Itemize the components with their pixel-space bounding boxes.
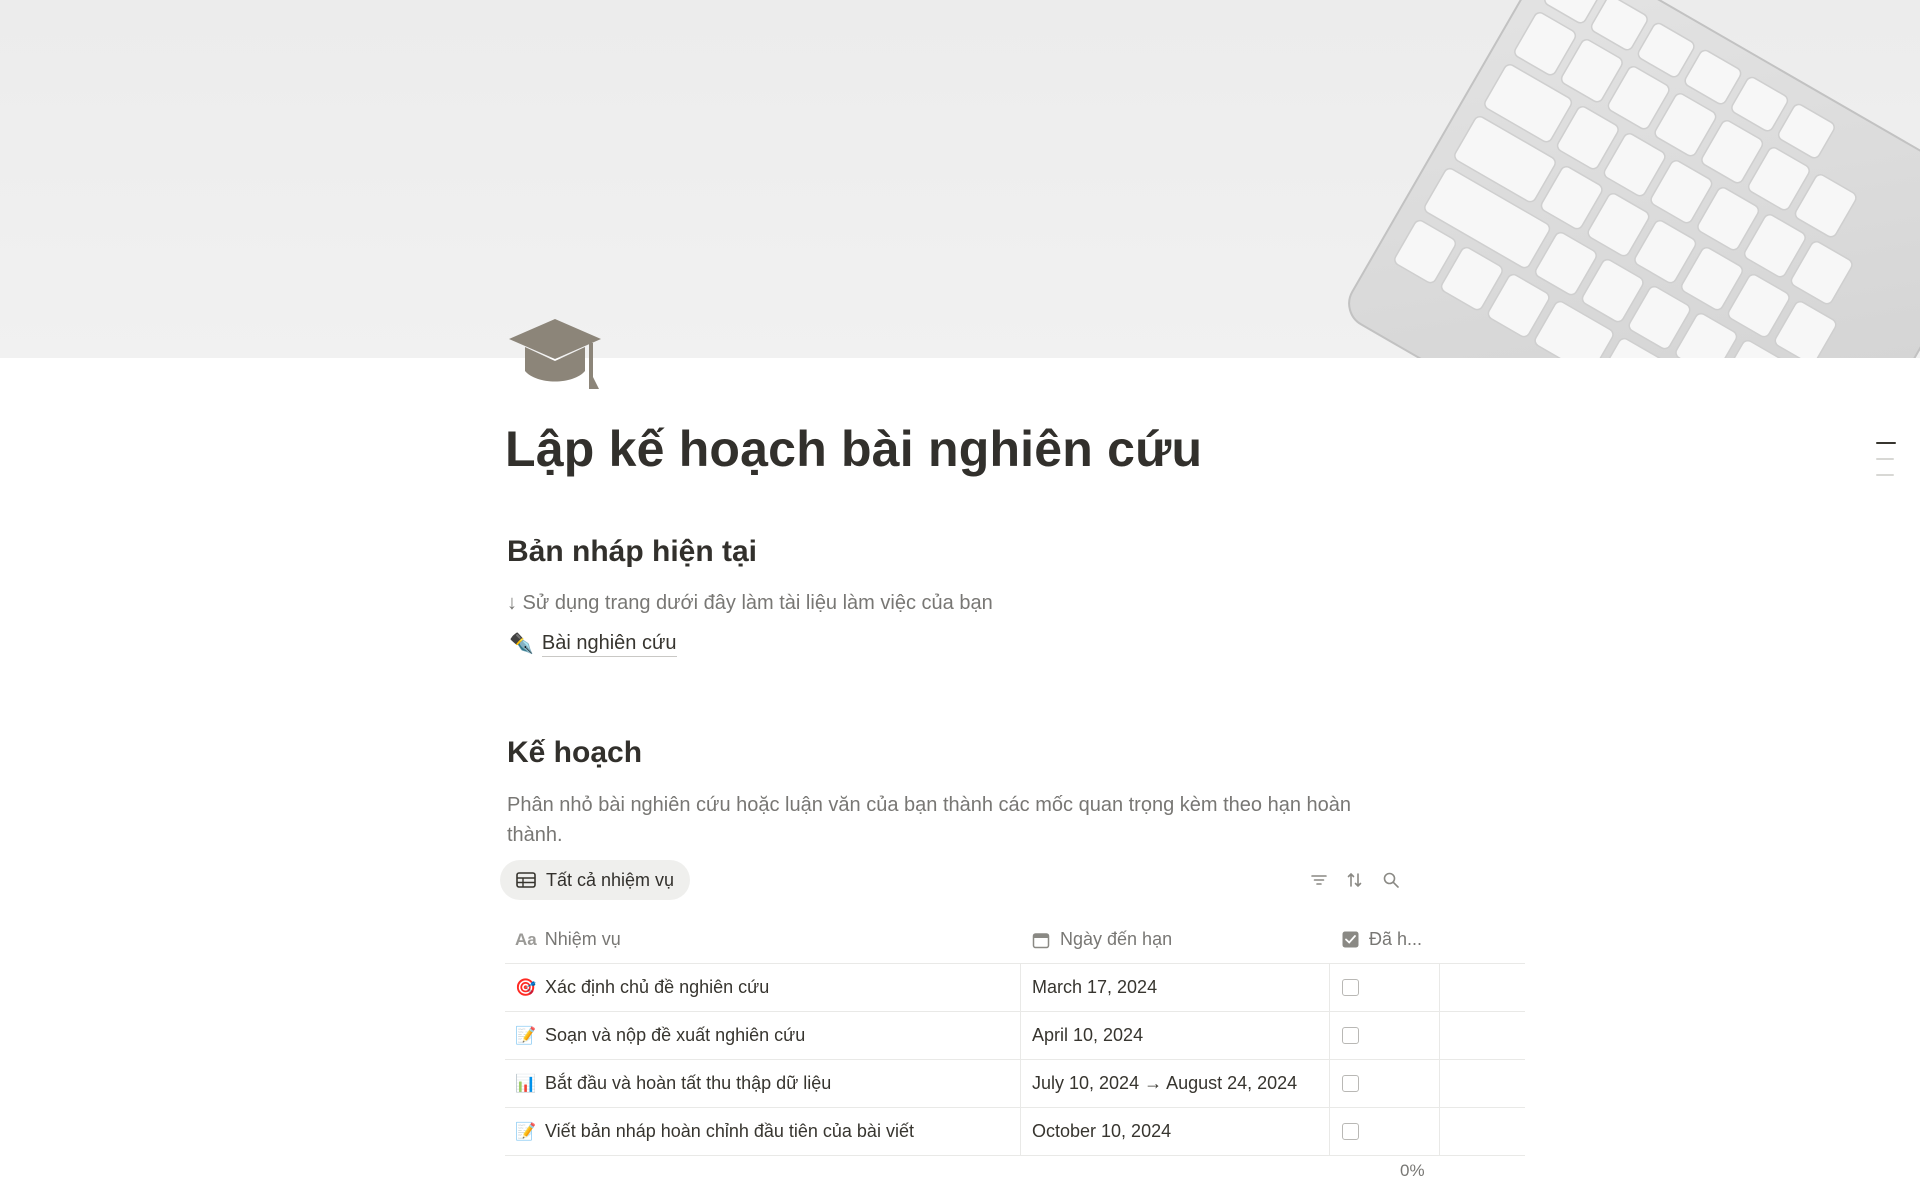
task-cell[interactable]: 🎯 Xác định chủ đề nghiên cứu bbox=[505, 964, 1021, 1011]
table-header-row: Aa Nhiệm vụ Ngày đến hạn Đã h... bbox=[505, 916, 1525, 964]
column-header-done[interactable]: Đã h... bbox=[1330, 916, 1440, 963]
column-header-label: Ngày đến hạn bbox=[1060, 929, 1173, 949]
page-link-label: Bài nghiên cứu bbox=[541, 630, 677, 657]
page-title[interactable]: Lập kế hoạch bài nghiên cứu bbox=[505, 420, 1202, 478]
search-icon[interactable] bbox=[1382, 871, 1400, 889]
done-checkbox[interactable] bbox=[1342, 1123, 1359, 1140]
table-row[interactable]: 🎯 Xác định chủ đề nghiên cứu March 17, 2… bbox=[505, 964, 1525, 1012]
view-tab-all-tasks[interactable]: Tất cả nhiệm vụ bbox=[500, 860, 691, 900]
done-cell bbox=[1330, 1060, 1440, 1107]
toc-item[interactable] bbox=[1876, 474, 1894, 476]
task-name: Viết bản nháp hoàn chỉnh đầu tiên của bà… bbox=[545, 1121, 914, 1141]
done-cell bbox=[1330, 1012, 1440, 1059]
pen-icon: ✒️ bbox=[509, 633, 534, 655]
table-of-contents-indicator[interactable] bbox=[1876, 442, 1896, 490]
checkbox-property-icon bbox=[1342, 931, 1359, 948]
tasks-table: Aa Nhiệm vụ Ngày đến hạn Đã h... 🎯 Xác đ… bbox=[505, 916, 1525, 1156]
task-cell[interactable]: 📝 Soạn và nộp đề xuất nghiên cứu bbox=[505, 1012, 1021, 1059]
target-icon: 🎯 bbox=[515, 977, 537, 997]
toc-item[interactable] bbox=[1876, 458, 1894, 460]
row-spacer bbox=[1440, 964, 1525, 1011]
task-cell[interactable]: 📊 Bắt đầu và hoàn tất thu thập dữ liệu bbox=[505, 1060, 1021, 1107]
done-cell bbox=[1330, 964, 1440, 1011]
calendar-icon bbox=[1032, 932, 1050, 948]
keyboard-cover-illustration bbox=[1348, 0, 1920, 358]
task-name: Bắt đầu và hoàn tất thu thập dữ liệu bbox=[545, 1073, 832, 1093]
table-row[interactable]: 📝 Soạn và nộp đề xuất nghiên cứu April 1… bbox=[505, 1012, 1525, 1060]
done-checkbox[interactable] bbox=[1342, 979, 1359, 996]
database-toolbar bbox=[1310, 871, 1400, 889]
task-name: Xác định chủ đề nghiên cứu bbox=[545, 977, 770, 997]
section-heading-plan[interactable]: Kế hoạch bbox=[507, 736, 642, 770]
toc-item[interactable] bbox=[1876, 442, 1896, 444]
research-paper-link[interactable]: ✒️ Bài nghiên cứu bbox=[509, 630, 677, 657]
column-header-label: Đã h... bbox=[1369, 929, 1423, 949]
due-date-cell[interactable]: July 10, 2024 → August 24, 2024 bbox=[1021, 1060, 1330, 1107]
column-spacer bbox=[1440, 916, 1525, 963]
memo-icon: 📝 bbox=[515, 1025, 537, 1045]
table-view-icon bbox=[516, 872, 536, 888]
due-date-cell[interactable]: March 17, 2024 bbox=[1021, 964, 1330, 1011]
task-name: Soạn và nộp đề xuất nghiên cứu bbox=[545, 1025, 806, 1045]
row-spacer bbox=[1440, 1108, 1525, 1155]
view-tab-label: Tất cả nhiệm vụ bbox=[546, 869, 675, 890]
column-header-task[interactable]: Aa Nhiệm vụ bbox=[505, 916, 1021, 963]
due-date-cell[interactable]: April 10, 2024 bbox=[1021, 1012, 1330, 1059]
task-cell[interactable]: 📝 Viết bản nháp hoàn chỉnh đầu tiên của … bbox=[505, 1108, 1021, 1155]
bar-chart-icon: 📊 bbox=[515, 1073, 537, 1093]
page-cover[interactable] bbox=[0, 0, 1920, 358]
text-property-icon: Aa bbox=[515, 929, 537, 949]
column-header-label: Nhiệm vụ bbox=[544, 929, 621, 949]
done-cell bbox=[1330, 1108, 1440, 1155]
filter-icon[interactable] bbox=[1310, 871, 1328, 889]
section-heading-draft[interactable]: Bản nháp hiện tại bbox=[507, 535, 757, 569]
column-header-due-date[interactable]: Ngày đến hạn bbox=[1021, 916, 1330, 963]
done-checkbox[interactable] bbox=[1342, 1027, 1359, 1044]
sort-icon[interactable] bbox=[1346, 871, 1364, 889]
row-spacer bbox=[1440, 1060, 1525, 1107]
table-row[interactable]: 📊 Bắt đầu và hoàn tất thu thập dữ liệu J… bbox=[505, 1060, 1525, 1108]
due-date-cell[interactable]: October 10, 2024 bbox=[1021, 1108, 1330, 1155]
graduation-cap-icon[interactable] bbox=[505, 315, 605, 395]
memo-icon: 📝 bbox=[515, 1121, 537, 1141]
table-row[interactable]: 📝 Viết bản nháp hoàn chỉnh đầu tiên của … bbox=[505, 1108, 1525, 1156]
row-spacer bbox=[1440, 1012, 1525, 1059]
plan-description: Phân nhỏ bài nghiên cứu hoặc luận văn củ… bbox=[507, 794, 1352, 846]
done-percentage-calculation[interactable]: 0% bbox=[1400, 1161, 1425, 1181]
done-checkbox[interactable] bbox=[1342, 1075, 1359, 1092]
draft-note: ↓ Sử dụng trang dưới đây làm tài liệu là… bbox=[507, 592, 993, 614]
